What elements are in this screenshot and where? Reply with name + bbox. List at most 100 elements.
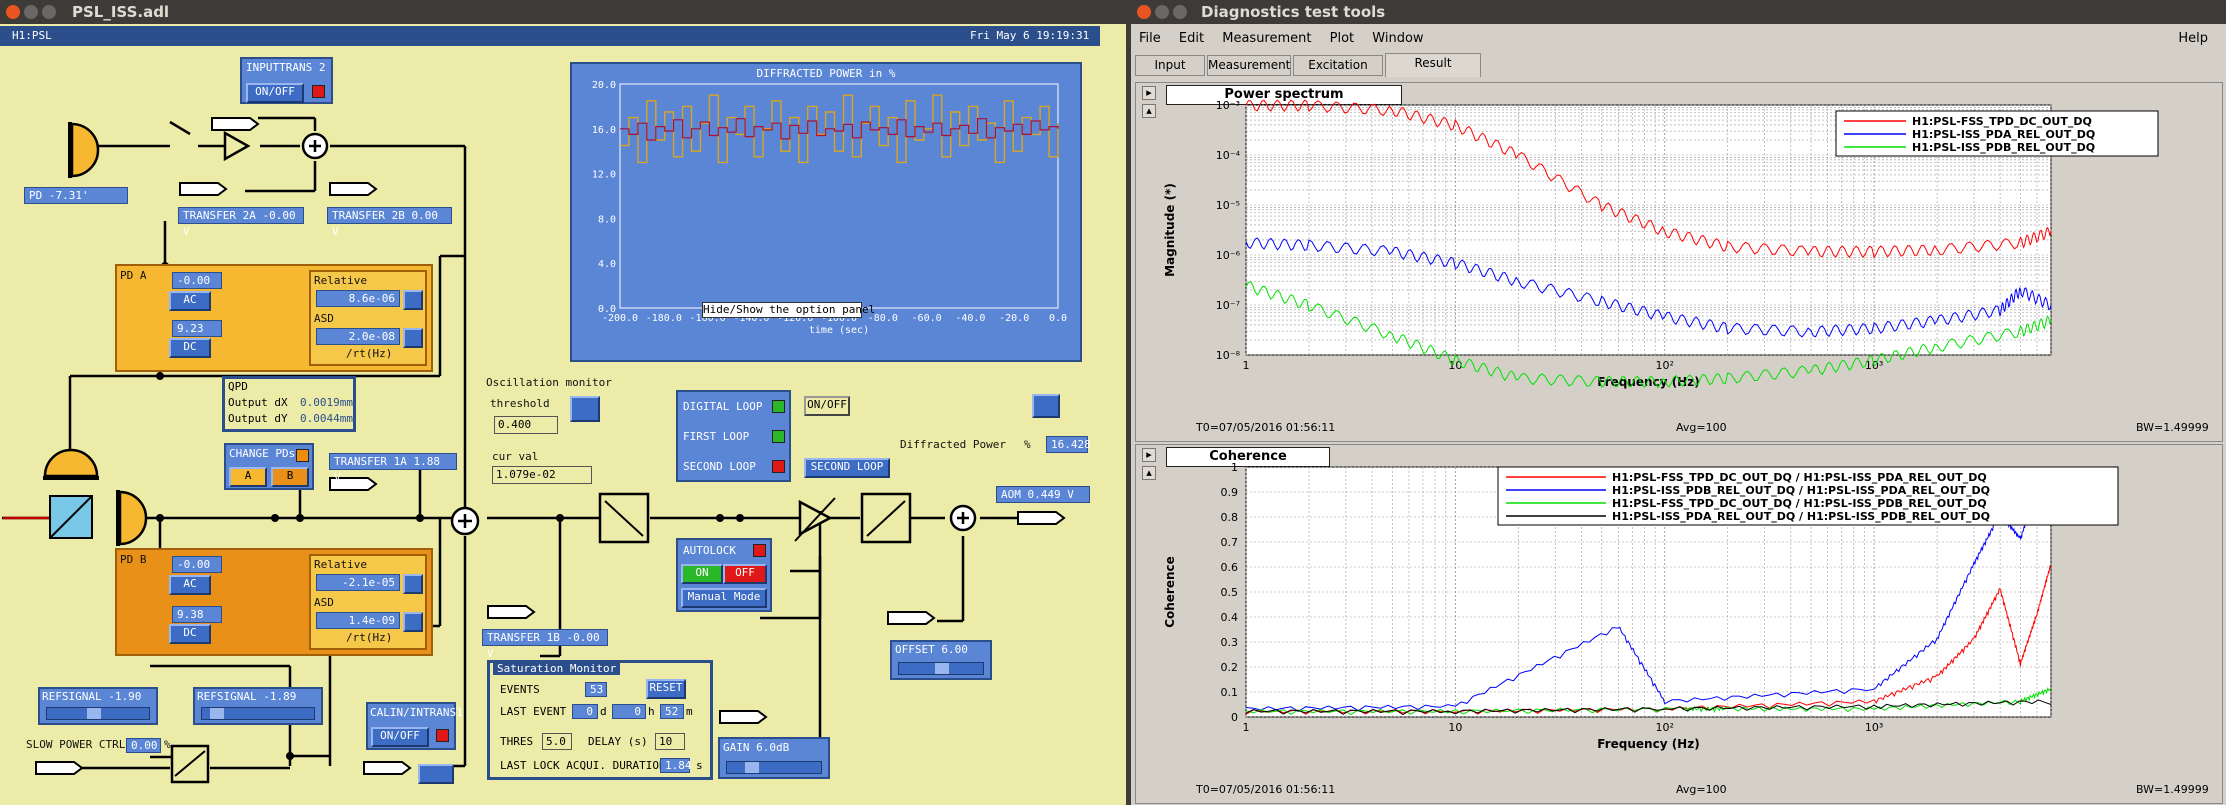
tab-input[interactable]: Input: [1135, 55, 1205, 76]
y-tick-label: 10⁻⁴: [1216, 149, 1241, 162]
strip-x-label: time (sec): [809, 325, 869, 336]
diffracted-power-strip-chart[interactable]: DIFFRACTED POWER in % 0.0 4.0 8.0 12.0 16.0 20…: [570, 62, 1082, 362]
y-tick-label: 10⁻⁵: [1216, 199, 1240, 212]
diffracted-power-label: Diffracted Power: [900, 438, 1006, 451]
first-loop-indicator: [772, 430, 785, 443]
gain-slider-thumb[interactable]: [745, 762, 759, 773]
delay-input[interactable]: 10: [655, 733, 685, 750]
medm-titlebar[interactable]: PSL_ISS.adl: [0, 0, 1126, 24]
last-event-m-unit: m: [686, 705, 693, 718]
power-spectrum-panel: ▸ ▴ Power spectrum 10⁻³ 10⁻⁴ 10⁻⁵ 10⁻⁶ 10⁻⁷ 1…: [1135, 82, 2223, 442]
duration-unit: s: [696, 759, 703, 772]
power-spectrum-plot[interactable]: 10⁻³10⁻⁴10⁻⁵10⁻⁶10⁻⁷10⁻⁸1 10 10² 10³Frequen…: [1136, 83, 2224, 443]
pd-a-ac-button[interactable]: AC: [169, 291, 211, 311]
offset-slider-thumb[interactable]: [935, 663, 949, 674]
refsignal-1-slider-thumb[interactable]: [87, 708, 101, 719]
strip-x-tick: -40.0: [955, 313, 985, 324]
strip-plot-frame: [619, 83, 1059, 309]
menu-window[interactable]: Window: [1372, 31, 1423, 46]
autolock-panel: AUTOLOCK ON OFF Manual Mode: [676, 538, 772, 612]
osc-threshold-label: threshold: [490, 397, 550, 410]
reset-button[interactable]: RESET: [646, 679, 686, 699]
dtt-titlebar[interactable]: Diagnostics test tools: [1131, 0, 2226, 24]
menu-file[interactable]: File: [1139, 31, 1161, 46]
pd-b-asd-plot-button[interactable]: [403, 612, 423, 632]
change-pd-label: CHANGE PDs: [229, 447, 296, 460]
pd-b-ac-value: -0.00: [172, 556, 222, 573]
qpd-dx-value: 0.0019mm: [300, 396, 353, 409]
coherence-plot[interactable]: 0 0.1 0.2 0.3 0.4 0.5 0.6 0.7 0.8 0.9 1 1 10 10² 10³ Fr…: [1136, 445, 2224, 805]
y-tick-label: 0.1: [1221, 686, 1239, 699]
last-event-h-unit: h: [648, 705, 655, 718]
last-event-m-value: 52: [660, 704, 684, 719]
loops-onoff-button[interactable]: ON/OFF: [804, 396, 850, 416]
menu-help[interactable]: Help: [2178, 28, 2208, 50]
medm-window: PSL_ISS.adl H1:PSL Fri May 6 19:19:31 IN…: [0, 0, 1126, 805]
calin-status-indicator: [436, 729, 449, 742]
refsignal-2-label: REFSIGNAL -1.89: [197, 690, 297, 703]
pd-a-relative-plot-button[interactable]: [403, 290, 423, 310]
close-icon[interactable]: [6, 5, 20, 19]
coherence-panel: ▸ ▴ Coherence 0 0.1 0.2 0.3 0.4 0.5 0.6 0.7 0.8 0…: [1135, 444, 2223, 804]
calin-onoff-button[interactable]: ON/OFF: [371, 727, 429, 747]
refsignal-2-panel: REFSIGNAL -1.89: [193, 687, 323, 725]
diffracted-power-unit: %: [1024, 438, 1031, 451]
menu-measurement[interactable]: Measurement: [1222, 31, 1311, 46]
gain-slider[interactable]: [726, 761, 822, 774]
pd-b-relative-plot-button[interactable]: [403, 574, 423, 594]
offset-slider[interactable]: [898, 662, 984, 675]
pd-b-dc-button[interactable]: DC: [169, 624, 211, 644]
minimize-icon[interactable]: [24, 5, 38, 19]
inputtrans2-panel: INPUTTRANS 2 ON/OFF: [240, 57, 333, 104]
thres-label: THRES: [500, 735, 534, 748]
pd-a-dc-button[interactable]: DC: [169, 338, 211, 358]
autolock-off-button[interactable]: OFF: [723, 564, 767, 584]
tab-result[interactable]: Result: [1385, 53, 1481, 77]
y-tick-label: 10⁻⁸: [1216, 349, 1241, 362]
x-tick-label: 10: [1448, 721, 1462, 734]
osc-curval-value: 1.079e-02: [492, 466, 592, 484]
change-pd-b-button[interactable]: B: [271, 467, 309, 487]
osc-related-button[interactable]: [570, 396, 600, 422]
menu-edit[interactable]: Edit: [1179, 31, 1204, 46]
pd-b-asd-value: 1.4e-09: [316, 612, 400, 629]
osc-threshold-input[interactable]: 0.400: [494, 416, 558, 434]
menu-plot[interactable]: Plot: [1330, 31, 1355, 46]
change-pd-a-button[interactable]: A: [229, 467, 267, 487]
tab-measurement[interactable]: Measurement: [1207, 55, 1291, 76]
window-title: Diagnostics test tools: [1201, 3, 1386, 21]
pd-a-relative-label: Relative: [314, 274, 367, 287]
diffracted-related-button[interactable]: [1032, 394, 1060, 418]
qpd-label: QPD: [228, 380, 248, 393]
tab-excitation[interactable]: Excitation: [1293, 55, 1383, 76]
second-loop-indicator: [772, 460, 785, 473]
inputtrans2-onoff-button[interactable]: ON/OFF: [246, 83, 304, 103]
refsignal-1-slider[interactable]: [46, 707, 150, 720]
strip-y-tick: 12.0: [592, 170, 616, 181]
second-loop-label: SECOND LOOP: [683, 460, 756, 473]
maximize-icon[interactable]: [42, 5, 56, 19]
close-icon[interactable]: [1137, 5, 1151, 19]
refsignal-2-slider[interactable]: [201, 707, 315, 720]
pd-a-asd-value: 2.0e-08: [316, 328, 400, 345]
thres-input[interactable]: 5.0: [542, 733, 572, 750]
refsignal-2-slider-thumb[interactable]: [210, 708, 224, 719]
second-loop-button[interactable]: SECOND LOOP: [804, 458, 890, 478]
minimize-icon[interactable]: [1155, 5, 1169, 19]
maximize-icon[interactable]: [1173, 5, 1187, 19]
pd-a-asd-plot-button[interactable]: [403, 328, 423, 348]
transfer-1b-readback: TRANSFER 1B -0.00 V: [482, 629, 608, 660]
manual-mode-button[interactable]: Manual Mode: [681, 588, 767, 608]
last-event-d-value: 0: [572, 704, 598, 719]
y-tick-label: 0.7: [1221, 536, 1239, 549]
pd-b-ac-button[interactable]: AC: [169, 575, 211, 595]
x-tick-label: 1: [1243, 721, 1250, 734]
coh-t0: T0=07/05/2016 01:56:11: [1196, 783, 1336, 796]
pd-a-ac-value: -0.00: [172, 272, 222, 289]
calin-related-button[interactable]: [418, 764, 454, 784]
hide-show-options-button[interactable]: Hide/Show the option panel: [702, 302, 875, 318]
slow-power-value[interactable]: 0.00: [126, 738, 161, 753]
slow-power-label: SLOW POWER CTRL: [26, 738, 126, 751]
ps-bw: BW=1.49999: [2136, 421, 2209, 434]
autolock-on-button[interactable]: ON: [681, 564, 723, 584]
